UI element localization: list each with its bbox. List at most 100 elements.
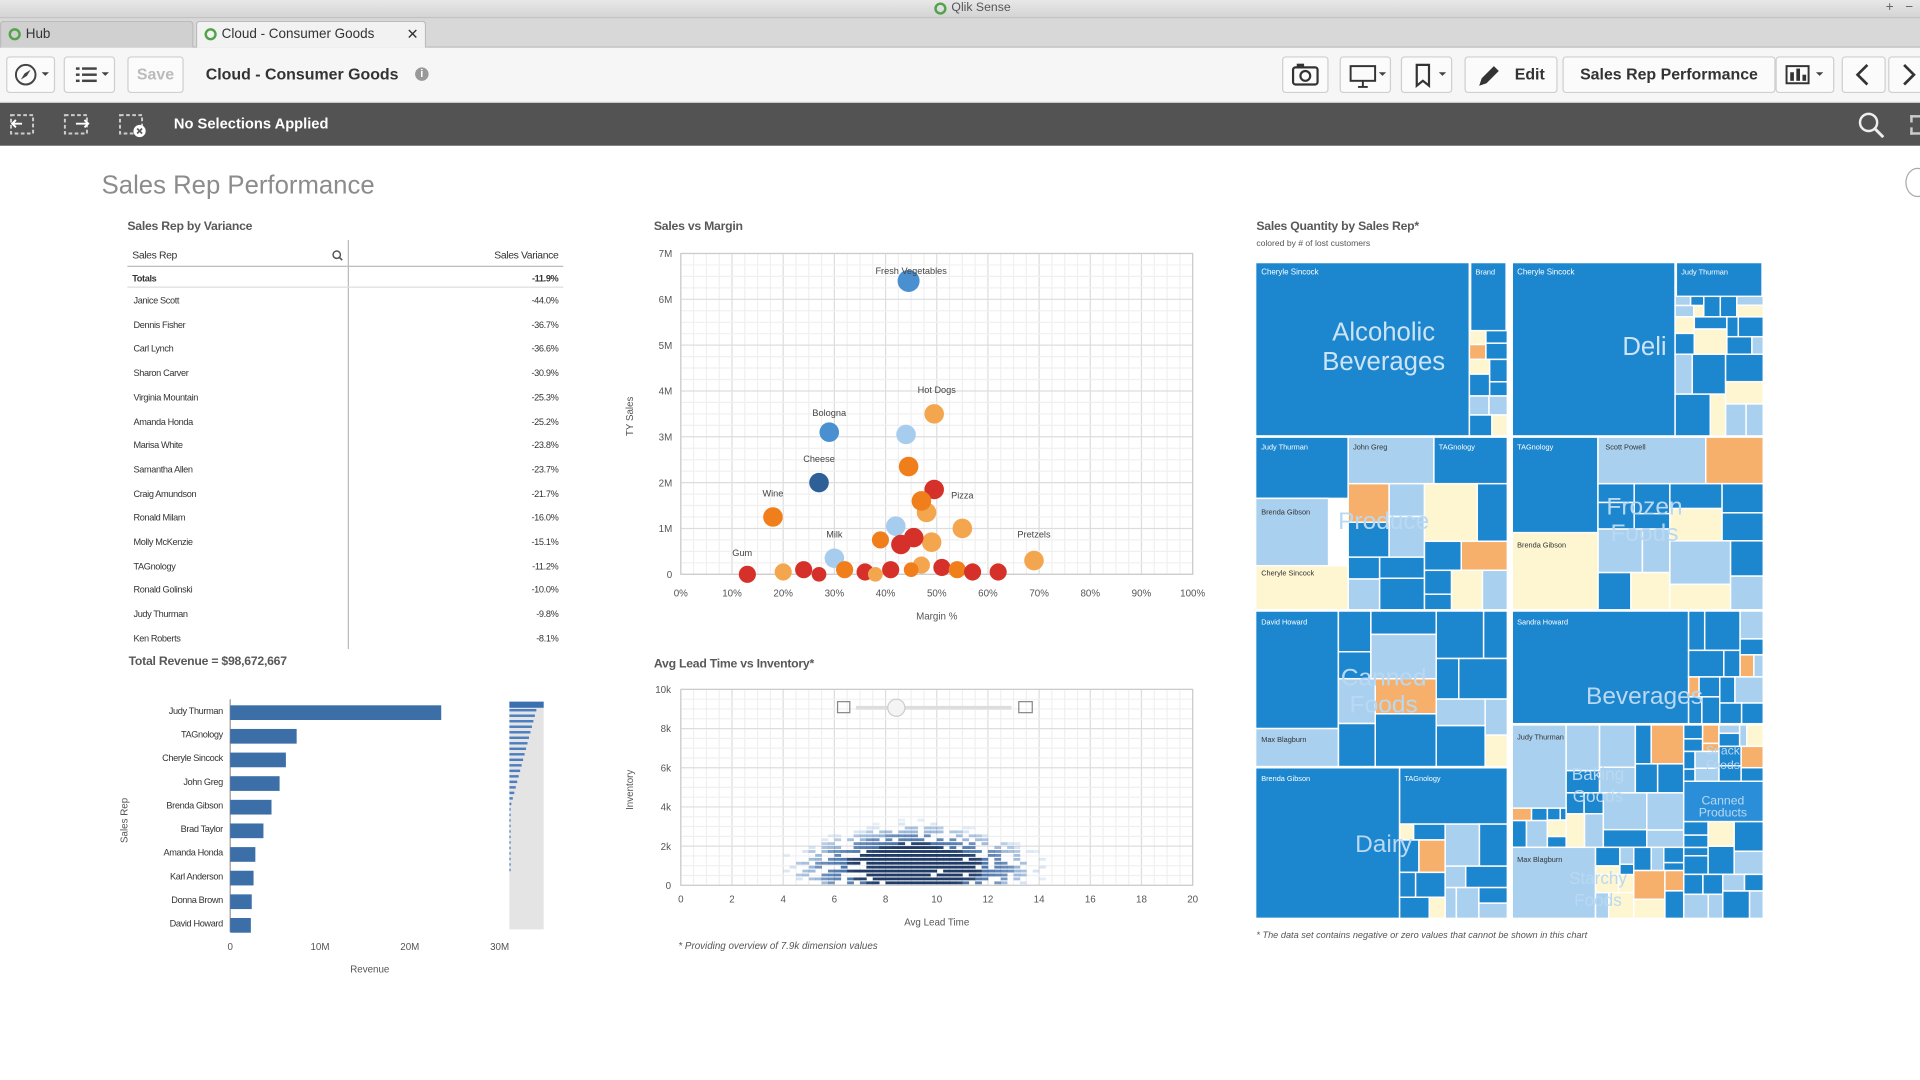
density-cell [891, 853, 899, 857]
density-cell [975, 850, 982, 853]
data-point [795, 561, 813, 579]
treemap-cell [1530, 807, 1549, 822]
treemap-cell [1721, 482, 1765, 514]
save-button[interactable]: Save [127, 56, 184, 94]
density-cell [827, 861, 835, 865]
bookmark-button[interactable] [1400, 56, 1453, 94]
present-button[interactable] [1339, 56, 1392, 94]
density-cell [936, 838, 944, 842]
density-cell [898, 850, 906, 853]
tab-app-label: Cloud - Consumer Goods [221, 26, 375, 42]
table-row[interactable]: TAGnology -11.2% [127, 553, 563, 576]
table-row[interactable]: Molly McKenzie -15.1% [127, 529, 563, 552]
next-sheet-button[interactable] [1888, 56, 1920, 94]
mini-bar [509, 841, 511, 844]
col-sales-variance[interactable]: Sales Variance [494, 249, 558, 261]
sheet-selector-button[interactable] [1775, 56, 1835, 94]
step-forward-icon[interactable] [61, 111, 93, 138]
tab-cloud-consumer-goods[interactable]: Cloud - Consumer Goods ✕ [195, 20, 427, 48]
density-cell [821, 842, 829, 846]
density-cell [866, 846, 874, 849]
treemap-cell [1674, 316, 1696, 335]
table-row[interactable]: Judy Thurman -9.8% [127, 601, 563, 624]
lead-time-inventory-chart[interactable]: 0 2 4 6 8 10 12 14 16 18 20 0 2k 4k 6k 8k 10k Avg Lead Ti… [617, 680, 1205, 937]
sales-quantity-treemap[interactable]: Cheryle Sincock Brand Alcoholic Beverages Ch… [1253, 260, 1766, 921]
tab-hub[interactable]: Hub [0, 20, 194, 48]
x-tick-label: 60% [978, 588, 998, 599]
density-cell [975, 861, 982, 865]
density-cell [898, 861, 906, 865]
density-cell [872, 857, 880, 861]
treemap-cell [1337, 722, 1376, 768]
treemap-cell [1691, 353, 1727, 395]
treemap-cell [1682, 855, 1709, 876]
selection-tool-icon[interactable] [1910, 115, 1920, 135]
treemap-cell [1722, 890, 1751, 920]
mini-bar [509, 714, 535, 717]
new-window-icon[interactable]: + [1886, 0, 1894, 15]
table-row[interactable]: Amanda Honda -25.2% [127, 408, 563, 431]
sheet-navigator-icon[interactable] [1905, 167, 1920, 198]
treemap-cell [1743, 873, 1765, 892]
table-row[interactable]: Marisa White -23.8% [127, 432, 563, 455]
table-row[interactable]: Virginia Mountain -25.3% [127, 384, 563, 407]
snapshot-button[interactable] [1282, 56, 1329, 94]
x-tick-label: 6 [832, 894, 838, 905]
treemap-cell [1721, 512, 1765, 542]
table-row[interactable]: Ronald Milam -16.0% [127, 505, 563, 528]
density-cell [879, 853, 886, 857]
density-cell [917, 869, 925, 873]
data-point [882, 561, 900, 579]
info-icon[interactable]: i [415, 67, 429, 81]
table-row[interactable]: Craig Amundson -21.7% [127, 481, 563, 504]
treemap-note: * The data set contains negative or zero… [1256, 929, 1588, 941]
table-row[interactable]: Carl Lynch -36.6% [127, 336, 563, 359]
density-cell [1007, 842, 1014, 846]
step-back-icon[interactable] [7, 111, 39, 138]
density-cell [943, 861, 950, 865]
clear-selections-icon[interactable] [116, 111, 148, 138]
table-row[interactable]: Sharon Carver -30.9% [127, 360, 563, 383]
treemap-cell [1428, 896, 1446, 920]
sales-vs-margin-chart[interactable]: 0% 10% 20% 30% 40% 50% 60% 70% 80% 90% 100% 0 1M 2M 3M… [617, 239, 1205, 637]
close-tab-icon[interactable]: ✕ [407, 22, 419, 46]
revenue-bar-chart[interactable]: Sales Rep Judy Thurman TAGnology Cheryle Si… [113, 686, 554, 980]
density-cell [879, 850, 886, 853]
previous-sheet-button[interactable] [1841, 56, 1886, 94]
density-cell [930, 850, 938, 853]
table-row[interactable]: Samantha Allen -23.7% [127, 457, 563, 480]
col-sales-rep[interactable]: Sales Rep [132, 249, 177, 261]
mini-bar [509, 758, 524, 762]
sheet-list-button[interactable] [63, 56, 116, 94]
y-tick-label: 2M [659, 478, 673, 489]
edit-button[interactable]: Edit [1464, 56, 1558, 94]
navigation-menu-button[interactable] [6, 56, 56, 94]
table-row[interactable]: Ronald Golinski -10.0% [127, 577, 563, 600]
table-row[interactable]: Dennis Fisher -36.7% [127, 312, 563, 335]
rep-label: Max Blagburn [1517, 855, 1562, 864]
density-cell [891, 861, 899, 865]
column-search-icon[interactable] [332, 250, 343, 261]
table-row[interactable]: Janice Scott -44.0% [127, 288, 563, 311]
density-cell [840, 861, 848, 865]
row-rep: Carl Lynch [133, 343, 174, 355]
search-icon[interactable] [1856, 111, 1888, 139]
treemap-cell [1468, 343, 1487, 361]
zoom-in-icon [1018, 701, 1033, 714]
density-cell [968, 853, 976, 857]
density-cell [949, 873, 957, 877]
x-tick-label: 10M [310, 942, 329, 953]
treemap-cell [1682, 873, 1704, 896]
density-cell [859, 877, 867, 881]
table-row[interactable]: Ken Roberts -8.1% [127, 625, 563, 648]
treemap-cell [1753, 654, 1765, 678]
treemap-cell [1687, 649, 1725, 678]
data-point [763, 507, 783, 527]
row-rep: TAGnology [133, 560, 176, 572]
x-tick-label: 8 [883, 894, 889, 905]
sheet-name-button[interactable]: Sales Rep Performance [1562, 56, 1776, 94]
density-cell [872, 834, 880, 838]
treemap-cell [1740, 702, 1765, 725]
treemap-cell [1488, 381, 1509, 397]
minimize-icon[interactable]: − [1905, 0, 1913, 15]
